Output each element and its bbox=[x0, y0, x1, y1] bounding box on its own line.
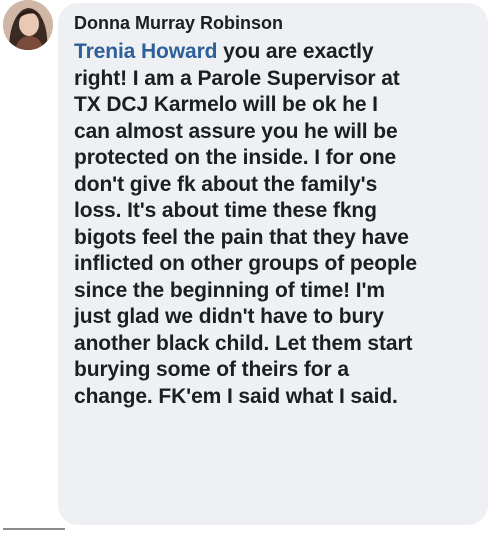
avatar[interactable] bbox=[3, 0, 53, 50]
profile-photo-icon bbox=[3, 0, 53, 50]
comment-body: Trenia Howard you are exactly right! I a… bbox=[74, 39, 474, 410]
comment-screenshot: Donna Murray Robinson Trenia Howard you … bbox=[0, 0, 500, 533]
comment-author-name[interactable]: Donna Murray Robinson bbox=[74, 11, 474, 35]
comment-line: can almost assure you he will be bbox=[74, 119, 398, 143]
comment-line: burying some of theirs for a bbox=[74, 358, 349, 381]
comment-line: just glad we didn't have to bury bbox=[74, 305, 384, 328]
comment-line: protected on the inside. I for one bbox=[74, 146, 397, 169]
comment-line: bigots feel the pain that they have bbox=[74, 225, 409, 249]
comment-line: since the beginning of time! I'm bbox=[74, 278, 385, 302]
comment-line: don't give fk about the family's bbox=[74, 172, 378, 196]
comment-line: Trenia Howard you are exactly bbox=[74, 39, 474, 66]
comment-line: change. FK'em I said what I said. bbox=[74, 384, 398, 408]
divider bbox=[3, 528, 65, 530]
mention-link[interactable]: Trenia Howard bbox=[74, 40, 218, 63]
comment-line: loss. It's about time these fkng bbox=[74, 199, 377, 222]
comment-line: another black child. Let them start bbox=[74, 331, 413, 355]
comment-bubble: Donna Murray Robinson Trenia Howard you … bbox=[58, 3, 488, 525]
comment-line: right! I am a Parole Supervisor at bbox=[74, 66, 400, 90]
comment-line: TX DCJ Karmelo will be ok he I bbox=[74, 93, 378, 116]
comment-line: inflicted on other groups of people bbox=[74, 252, 417, 275]
comment-line-text: you are exactly bbox=[217, 40, 374, 63]
